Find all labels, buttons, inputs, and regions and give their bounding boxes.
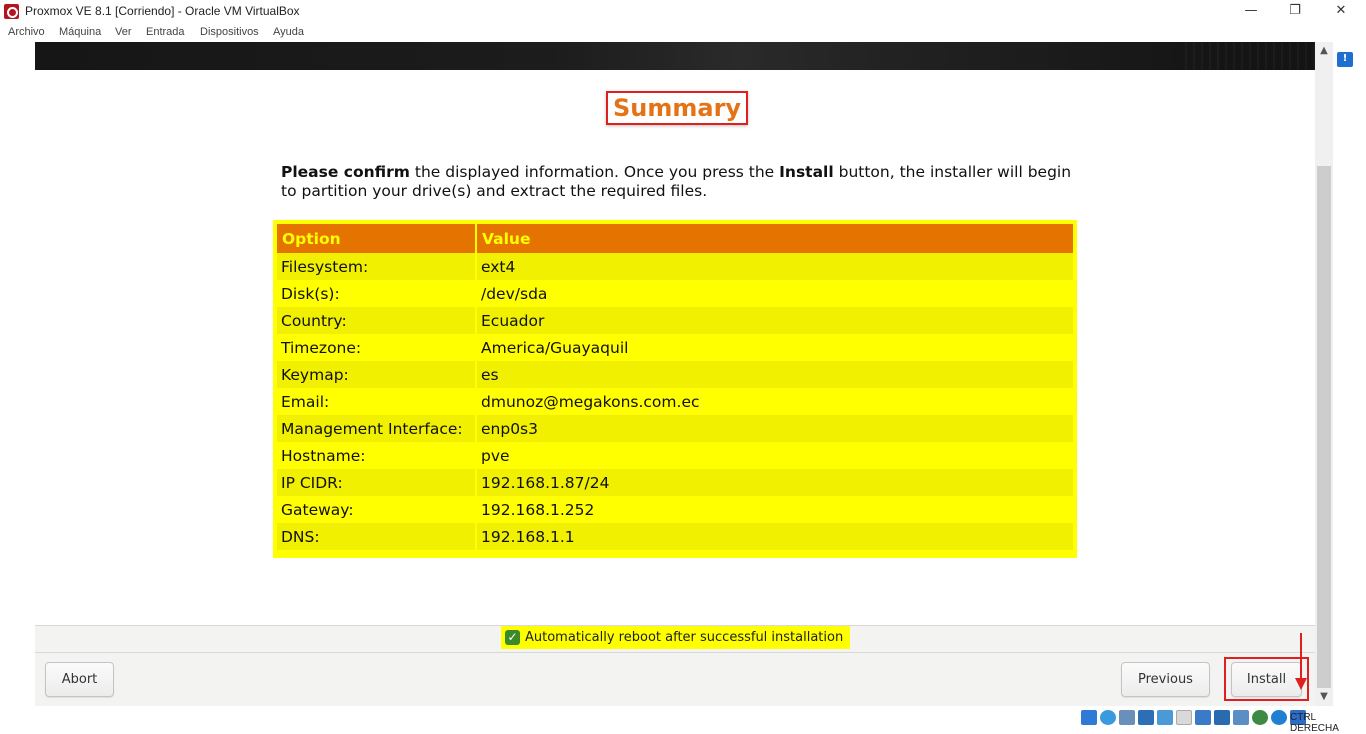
column-header-value: Value xyxy=(477,224,1073,253)
value-cell: enp0s3 xyxy=(477,415,1073,442)
summary-table-container: Option Value Filesystem: ext4 Disk(s):/dev… xyxy=(273,220,1077,558)
minimize-button[interactable]: — xyxy=(1228,0,1274,24)
display-icon[interactable] xyxy=(1195,710,1211,725)
summary-table: Option Value Filesystem: ext4 Disk(s):/dev… xyxy=(277,224,1073,550)
table-row: Keymap: es xyxy=(277,361,1073,388)
table-row: Management Interface: enp0s3 xyxy=(277,415,1073,442)
close-button[interactable]: ✕ xyxy=(1318,0,1364,24)
intro-strong-install: Install xyxy=(779,163,834,181)
window-titlebar: Proxmox VE 8.1 [Corriendo] - Oracle VM V… xyxy=(0,0,1366,24)
table-row: Country: Ecuador xyxy=(277,307,1073,334)
usb-icon[interactable] xyxy=(1157,710,1173,725)
menubar: Archivo Máquina Ver Entrada Dispositivos… xyxy=(0,24,1366,42)
capture-icon[interactable] xyxy=(1233,710,1249,725)
table-header-row: Option Value xyxy=(277,224,1073,253)
option-cell: Email: xyxy=(277,388,477,415)
value-cell: ext4 xyxy=(477,253,1073,280)
menu-ver[interactable]: Ver xyxy=(115,26,132,38)
audio-icon[interactable] xyxy=(1119,710,1135,725)
page-title: Summary xyxy=(606,91,749,125)
scroll-up-arrow-icon[interactable]: ▲ xyxy=(1315,42,1333,60)
value-cell: pve xyxy=(477,442,1073,469)
table-row: Email: dmunoz@megakons.com.ec xyxy=(277,388,1073,415)
auto-reboot-label[interactable]: Automatically reboot after successful in… xyxy=(525,630,843,645)
menu-dispositivos[interactable]: Dispositivos xyxy=(200,26,259,38)
auto-reboot-checkbox[interactable]: ✓ xyxy=(505,630,520,645)
table-row: IP CIDR: 192.168.1.87/24 xyxy=(277,469,1073,496)
previous-button[interactable]: Previous xyxy=(1121,662,1210,697)
value-cell: 192.168.1.252 xyxy=(477,496,1073,523)
table-row: Hostname: pve xyxy=(277,442,1073,469)
option-cell: Filesystem: xyxy=(277,253,477,280)
scrollbar-thumb[interactable] xyxy=(1317,166,1331,688)
annotation-arrow-line xyxy=(1300,633,1302,679)
value-cell: 192.168.1.1 xyxy=(477,523,1073,550)
recording-icon[interactable] xyxy=(1214,710,1230,725)
value-cell: es xyxy=(477,361,1073,388)
annotation-arrow-head xyxy=(1295,678,1307,690)
menu-entrada[interactable]: Entrada xyxy=(146,26,185,38)
option-cell: Keymap: xyxy=(277,361,477,388)
menu-maquina[interactable]: Máquina xyxy=(59,26,101,38)
host-key-label: CTRL DERECHA xyxy=(1290,712,1339,734)
cpu-icon[interactable] xyxy=(1252,710,1268,725)
table-row: Disk(s):/dev/sda xyxy=(277,280,1073,307)
value-cell: America/Guayaquil xyxy=(477,334,1073,361)
table-row: Filesystem: ext4 xyxy=(277,253,1073,280)
table-row: Timezone: America/Guayaquil xyxy=(277,334,1073,361)
option-cell: Hostname: xyxy=(277,442,477,469)
option-cell: DNS: xyxy=(277,523,477,550)
restore-button[interactable]: ❐ xyxy=(1272,0,1318,24)
optical-disk-icon[interactable] xyxy=(1100,710,1116,725)
column-header-option: Option xyxy=(277,224,477,253)
virtualbox-app-icon xyxy=(4,4,19,19)
statusbar: CTRL DERECHA xyxy=(0,706,1366,734)
intro-text: Please confirm the displayed information… xyxy=(281,163,1081,201)
table-row: DNS: 192.168.1.1 xyxy=(277,523,1073,550)
shared-folder-icon[interactable] xyxy=(1176,710,1192,725)
value-cell: 192.168.1.87/24 xyxy=(477,469,1073,496)
notification-icon[interactable]: ! xyxy=(1337,52,1353,67)
status-icons xyxy=(1081,710,1306,725)
intro-text-1: the displayed information. Once you pres… xyxy=(409,163,780,181)
option-cell: Gateway: xyxy=(277,496,477,523)
mouse-integration-icon[interactable] xyxy=(1271,710,1287,725)
installer-banner xyxy=(35,42,1315,70)
abort-button[interactable]: Abort xyxy=(45,662,114,697)
scroll-down-arrow-icon[interactable]: ▼ xyxy=(1315,688,1333,706)
install-button[interactable]: Install xyxy=(1231,662,1302,697)
value-cell: dmunoz@megakons.com.ec xyxy=(477,388,1073,415)
network-icon[interactable] xyxy=(1138,710,1154,725)
value-cell: /dev/sda xyxy=(477,280,1073,307)
intro-strong-confirm: Please confirm xyxy=(281,163,410,181)
table-row: Gateway: 192.168.1.252 xyxy=(277,496,1073,523)
option-cell: IP CIDR: xyxy=(277,469,477,496)
menu-ayuda[interactable]: Ayuda xyxy=(273,26,304,38)
value-cell: Ecuador xyxy=(477,307,1073,334)
footer-divider-2 xyxy=(35,652,1315,653)
option-cell: Timezone: xyxy=(277,334,477,361)
option-cell: Management Interface: xyxy=(277,415,477,442)
vm-display[interactable]: Summary Please confirm the displayed inf… xyxy=(35,42,1315,706)
hdd-icon[interactable] xyxy=(1081,710,1097,725)
auto-reboot-option[interactable]: ✓ Automatically reboot after successful … xyxy=(501,626,850,649)
vertical-scrollbar[interactable]: ▲ ▼ xyxy=(1315,42,1333,706)
menu-archivo[interactable]: Archivo xyxy=(8,26,45,38)
option-cell: Country: xyxy=(277,307,477,334)
window-title: Proxmox VE 8.1 [Corriendo] - Oracle VM V… xyxy=(25,4,300,18)
option-cell: Disk(s): xyxy=(277,280,477,307)
